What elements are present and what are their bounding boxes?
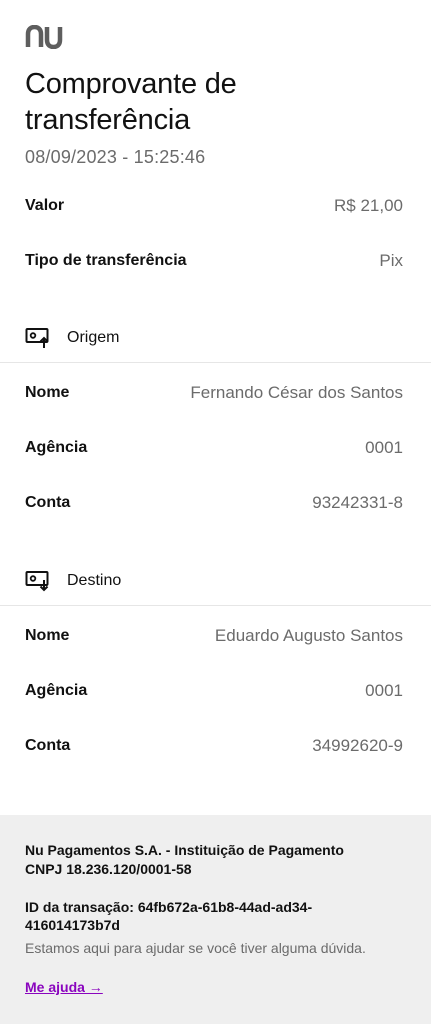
page-title: Comprovante de transferência: [25, 68, 237, 136]
row-label: Conta: [25, 494, 71, 511]
row-value: Fernando César dos Santos: [190, 383, 403, 402]
row-value: R$ 21,00: [334, 196, 403, 215]
help-link[interactable]: Me ajuda →: [25, 979, 103, 995]
divider: [0, 605, 431, 606]
origin-row-agency: Agência 0001: [25, 436, 403, 460]
section-label: Destino: [67, 572, 122, 589]
section-origin: Origem: [25, 325, 119, 351]
summary-row-transfer-type: Tipo de transferência Pix: [25, 249, 403, 273]
nu-logo-icon: [25, 25, 63, 49]
transaction-datetime: 08/09/2023 - 15:25:46: [25, 147, 206, 167]
row-label: Nome: [25, 627, 70, 644]
section-destination: Destino: [25, 568, 121, 594]
summary-row-value: Valor R$ 21,00: [25, 194, 403, 218]
destination-row-name: Nome Eduardo Augusto Santos: [25, 624, 403, 648]
company-cnpj: CNPJ 18.236.120/0001-58: [25, 861, 192, 877]
help-text: Estamos aqui para ajudar se você tiver a…: [25, 940, 366, 956]
origin-row-account: Conta 93242331-8: [25, 491, 403, 515]
origin-row-name: Nome Fernando César dos Santos: [25, 381, 403, 405]
transaction-id: ID da transação: 64fb672a-61b8-44ad-ad34…: [25, 899, 313, 933]
row-value: 34992620-9: [312, 736, 403, 755]
row-label: Conta: [25, 737, 71, 754]
row-label: Agência: [25, 682, 88, 699]
section-label: Origem: [67, 329, 120, 346]
company-name: Nu Pagamentos S.A. - Instituição de Paga…: [25, 842, 344, 858]
row-label: Tipo de transferência: [25, 252, 187, 269]
row-label: Agência: [25, 439, 88, 456]
row-value: 0001: [365, 438, 403, 457]
destination-row-agency: Agência 0001: [25, 679, 403, 703]
payment-out-icon: [25, 328, 49, 348]
row-value: 93242331-8: [312, 493, 403, 512]
row-value: 0001: [365, 681, 403, 700]
row-label: Valor: [25, 197, 65, 214]
divider: [0, 362, 431, 363]
destination-row-account: Conta 34992620-9: [25, 734, 403, 758]
receipt-footer: Nu Pagamentos S.A. - Instituição de Paga…: [0, 815, 431, 1024]
payment-in-icon: [25, 571, 49, 592]
row-label: Nome: [25, 384, 70, 401]
row-value: Pix: [379, 251, 403, 270]
row-value: Eduardo Augusto Santos: [214, 626, 403, 645]
receipt-page: Comprovante de transferência 08/09/2023 …: [0, 0, 431, 1024]
